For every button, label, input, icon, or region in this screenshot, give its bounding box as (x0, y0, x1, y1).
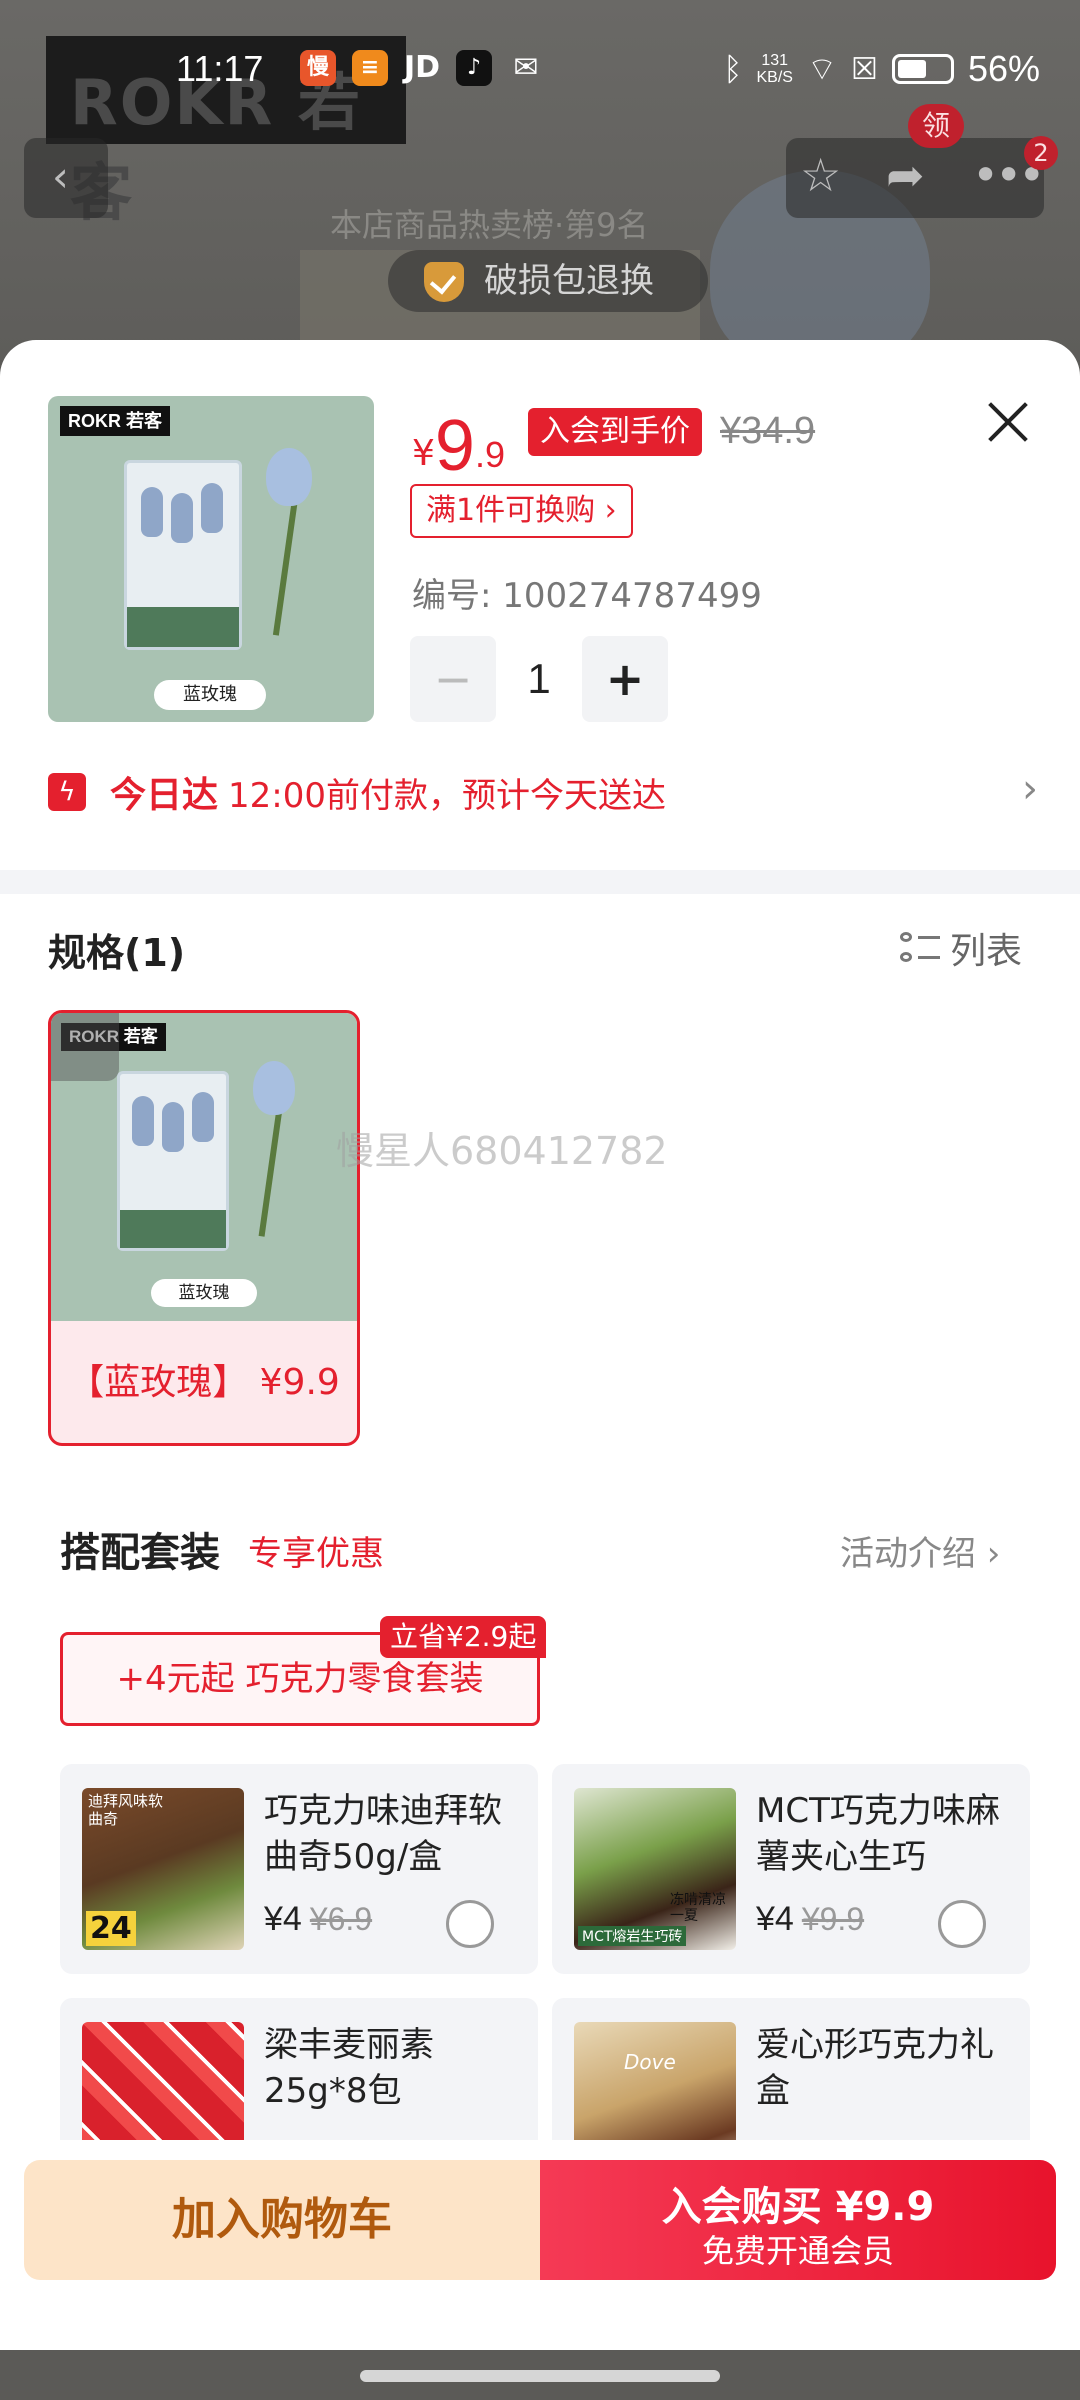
home-indicator[interactable] (360, 2370, 720, 2382)
combo-image-caption: 迪拜风味软曲奇 (88, 1792, 164, 1828)
combo-item-name: MCT巧克力味麻薯夹心生巧 (756, 1791, 1000, 1877)
member-buy-button[interactable]: 入会购买 ¥9.9 免费开通会员 (540, 2160, 1056, 2280)
bottom-action-bar: 加入购物车 入会购买 ¥9.9 免费开通会员 (0, 2140, 1080, 2320)
member-buy-label: 入会购买 ¥9.9 (661, 2184, 935, 2230)
delivery-row[interactable]: ϟ 今日达 12:00前付款，预计今天送达 › (48, 760, 1038, 824)
quantity-stepper: − 1 + (410, 636, 668, 722)
combo-item-price-row: ¥4 ¥9.9 (756, 1900, 864, 1939)
activity-intro-link[interactable]: 活动介绍 › (840, 1526, 1000, 1575)
rose-bloom (253, 1061, 295, 1115)
wifi-icon: ⌔ (806, 51, 838, 87)
quantity-value[interactable]: 1 (496, 655, 582, 703)
member-price-tag: 入会到手价 (528, 408, 702, 456)
guarantee-text: 破损包退换 (484, 261, 654, 301)
combo-image-caption: Dove (624, 2050, 676, 2074)
combo-image-caption: MCT熔岩生巧砖 (578, 1926, 687, 1946)
combo-image-number: 24 (86, 1911, 136, 1946)
spec-image-label: 蓝玫瑰 (151, 1279, 257, 1307)
app-notification-icon: ≡ (352, 50, 388, 86)
combo-item[interactable]: 迪拜风味软曲奇 24 巧克力味迪拜软曲奇50g/盒 ¥4 ¥6.9 (60, 1764, 538, 1974)
section-divider (0, 870, 1080, 894)
price-integer: 9 (434, 406, 475, 486)
wechat-icon: ✉ (513, 50, 539, 85)
jd-app-icon: JD (404, 50, 441, 85)
top-action-cluster: ☆ ➦ ••• (786, 138, 1045, 218)
member-buy-sublabel: 免费开通会员 (701, 2232, 894, 2270)
combo-image-number: 冻啃清凉一夏 (670, 1892, 726, 1924)
battery-icon (891, 54, 954, 84)
price-decimal: .9 (474, 434, 505, 475)
brand-logo-tag: ROKR 若客 (60, 406, 170, 436)
chevron-right-icon: › (1022, 766, 1038, 812)
chevron-left-icon: ‹ (52, 152, 69, 201)
price: ¥ 9 .9 (412, 402, 505, 482)
network-speed: 131 KB/S (756, 52, 792, 86)
product-box (124, 460, 242, 650)
bundle-subtitle: 专享优惠 (248, 1534, 384, 1574)
combo-item-name: 爱心形巧克力礼盒 (756, 2025, 994, 2111)
decrease-button[interactable]: − (410, 636, 496, 722)
combo-item-price: ¥4 (264, 1900, 302, 1938)
combo-item-checkbox[interactable] (446, 1900, 494, 1948)
combo-item-original-price: ¥6.9 (309, 1901, 373, 1937)
network-speed-value: 131 (761, 52, 789, 69)
star-icon[interactable]: ☆ (800, 148, 841, 202)
status-time: 11:17 (176, 48, 264, 89)
delivery-title: 今日达 (110, 775, 219, 816)
network-speed-unit: KB/S (756, 69, 793, 86)
combo-item-price-row: ¥4 ¥6.9 (264, 1900, 372, 1939)
spec-title: 规格(1) (48, 931, 186, 975)
save-badge: 立省¥2.9起 (380, 1616, 547, 1658)
watermark: 慢星人680412782 (336, 1129, 668, 1173)
combo-item[interactable]: MCT熔岩生巧砖 冻啃清凉一夏 MCT巧克力味麻薯夹心生巧 ¥4 ¥9.9 (552, 1764, 1030, 1974)
spec-option-card[interactable]: ROKR 若客 蓝玫瑰 【蓝玫瑰】 ¥9.9 (48, 1010, 360, 1446)
delivery-text: 12:00前付款，预计今天送达 (228, 775, 666, 816)
battery-fill (897, 60, 926, 78)
combo-item-image: 迪拜风味软曲奇 24 (82, 1788, 244, 1950)
combo-item-name: 梁丰麦丽素25g*8包 (264, 2025, 434, 2111)
list-view-toggle[interactable]: 列表 (900, 922, 1022, 974)
close-button[interactable] (978, 392, 1038, 452)
sku-number: 编号: 100274787499 (412, 576, 762, 616)
original-price: ¥34.9 (720, 410, 816, 452)
tiktok-icon: ♪ (456, 50, 492, 86)
add-to-cart-button[interactable]: 加入购物车 (24, 2160, 540, 2280)
message-count-badge: 2 (1024, 136, 1058, 170)
list-icon (900, 928, 940, 968)
combo-item-original-price: ¥9.9 (801, 1901, 865, 1937)
battery-percent: 56% (967, 48, 1040, 89)
status-indicators: ᛒ 131 KB/S ⌔ ☒ 56% (723, 48, 1040, 90)
lightning-icon: ϟ (48, 773, 86, 811)
product-box (117, 1071, 229, 1251)
rank-text: 本店商品热卖榜·第9名 (330, 206, 649, 244)
shield-icon (424, 262, 464, 302)
combo-item-image: MCT熔岩生巧砖 冻啃清凉一夏 (574, 1788, 736, 1950)
coupon-badge[interactable]: 领 (908, 104, 964, 148)
sim-icon: ☒ (851, 52, 878, 86)
share-icon[interactable]: ➦ (886, 148, 925, 202)
product-image-label: 蓝玫瑰 (154, 680, 266, 710)
combo-item-price: ¥4 (756, 1900, 794, 1938)
product-thumbnail[interactable]: ROKR 若客 蓝玫瑰 (48, 396, 374, 722)
guarantee-pill: 破损包退换 (388, 250, 708, 312)
combo-item-checkbox[interactable] (938, 1900, 986, 1948)
zoom-corner-icon[interactable] (51, 1013, 119, 1081)
app-notification-icon: 慢 (300, 50, 336, 86)
spec-option-label: 【蓝玫瑰】 ¥9.9 (68, 1362, 340, 1403)
price-symbol: ¥ (412, 433, 435, 474)
back-button[interactable]: ‹ (24, 138, 108, 218)
increase-button[interactable]: + (582, 636, 668, 722)
bluetooth-icon: ᛒ (723, 50, 743, 87)
rose-bloom (266, 448, 312, 506)
system-nav-bar (0, 2350, 1080, 2400)
bundle-title: 搭配套装 (60, 1530, 220, 1576)
status-bar: 11:17 慢 ≡ JD ♪ ✉ ᛒ 131 KB/S ⌔ ☒ 56% (0, 40, 1080, 100)
list-toggle-label: 列表 (950, 931, 1023, 972)
spec-option-image: ROKR 若客 蓝玫瑰 (51, 1013, 357, 1321)
swap-purchase-tag[interactable]: 满1件可换购 › (410, 484, 633, 538)
combo-item-name: 巧克力味迪拜软曲奇50g/盒 (264, 1791, 502, 1877)
sku-selector-sheet: ROKR 若客 蓝玫瑰 ¥ 9 .9 入会到手价 ¥34.9 满1件可换购 › … (0, 340, 1080, 2350)
